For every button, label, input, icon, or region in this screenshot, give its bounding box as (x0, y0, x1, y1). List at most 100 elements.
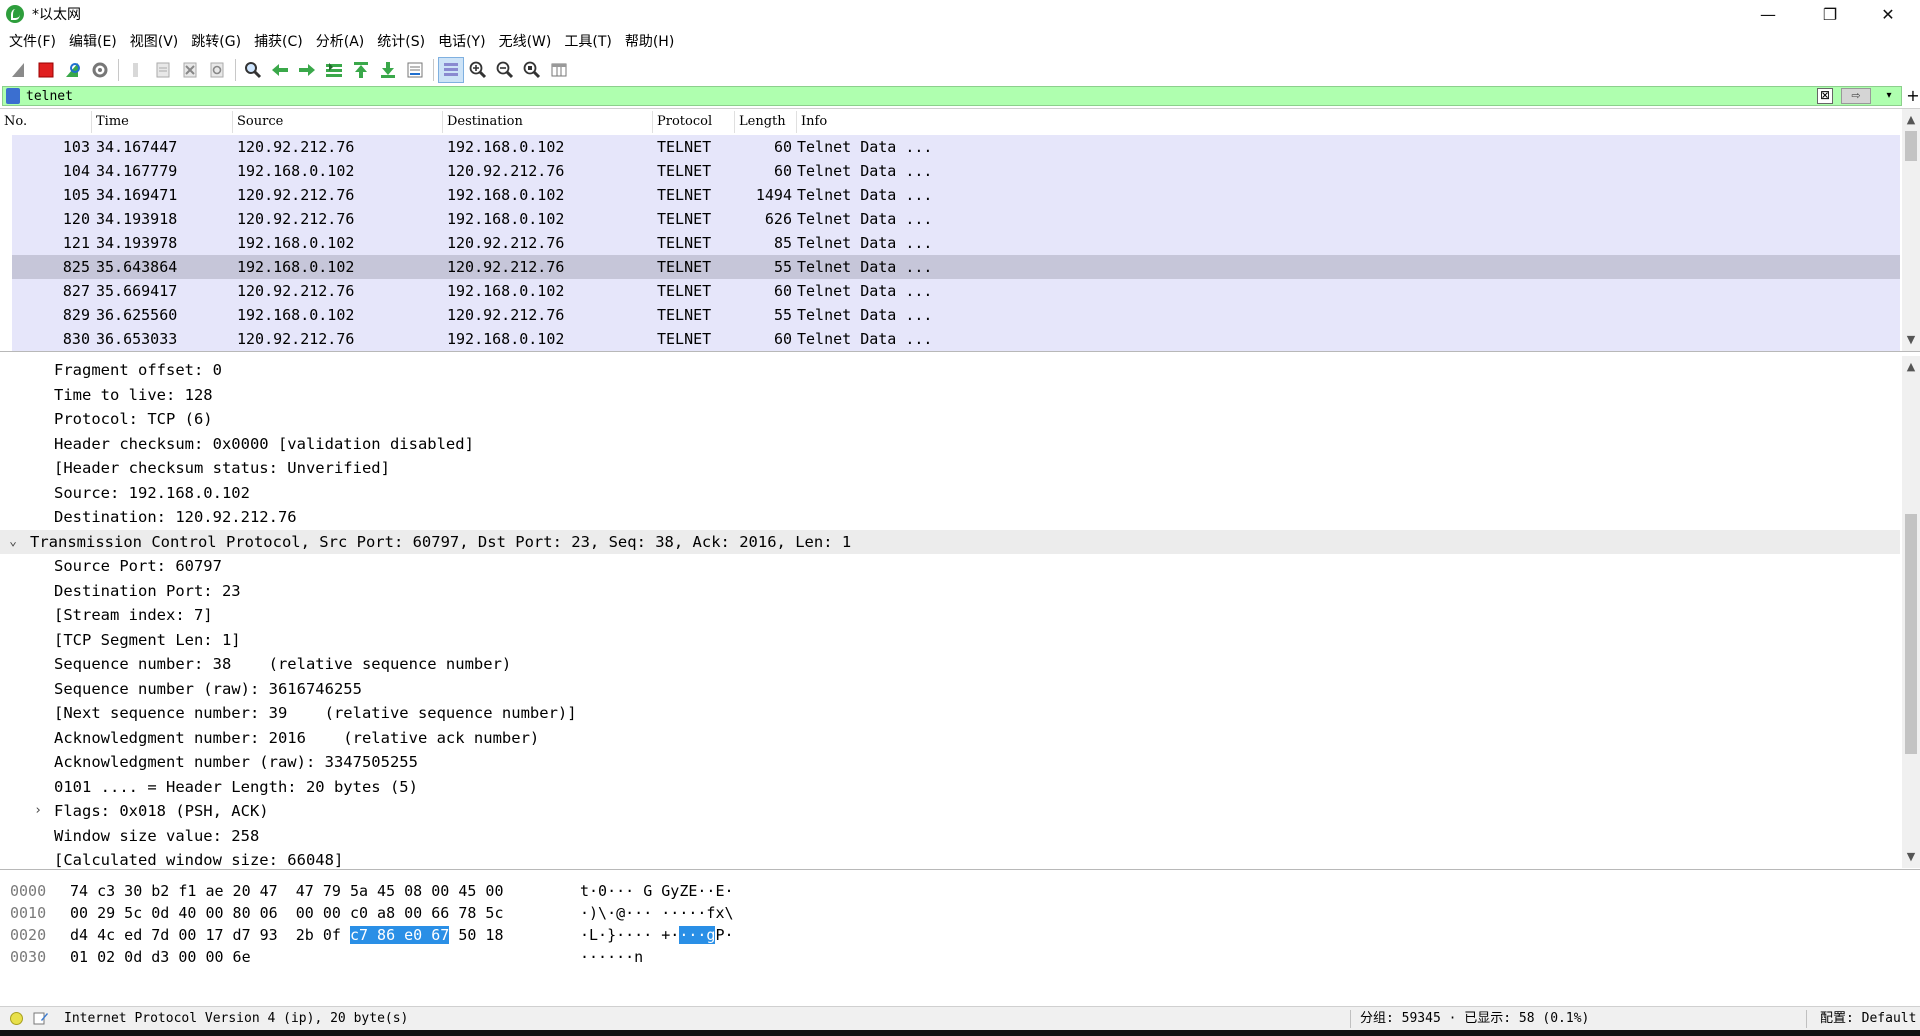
scroll-up-icon[interactable]: ▲ (1902, 358, 1920, 376)
scroll-thumb[interactable] (1905, 514, 1917, 754)
column-header-length[interactable]: Length (735, 111, 797, 133)
filter-history-dropdown-icon[interactable]: ▾ (1881, 88, 1897, 104)
menu-tools[interactable]: 工具(T) (559, 30, 619, 54)
go-back-icon[interactable] (267, 57, 293, 83)
detail-tree-item[interactable]: Destination Port: 23 (0, 579, 1900, 603)
collapse-chevron-icon[interactable]: ⌄ (6, 530, 20, 554)
detail-tree-item[interactable]: Fragment offset: 0 (0, 358, 1900, 382)
scroll-down-icon[interactable]: ▼ (1902, 848, 1920, 866)
packet-row[interactable]: 103 34.167447 120.92.212.76 192.168.0.102 TE… (0, 135, 1900, 159)
capture-options-icon[interactable] (87, 57, 113, 83)
packet-row[interactable]: 120 34.193918 120.92.212.76 192.168.0.102 TE… (0, 207, 1900, 231)
column-header-source[interactable]: Source (233, 111, 443, 133)
menu-view[interactable]: 视图(V) (125, 30, 187, 54)
hex-bytes[interactable]: 74 c3 30 b2 f1 ae 20 47 47 79 5a 45 08 0… (70, 880, 503, 902)
packet-row[interactable]: 105 34.169471 120.92.212.76 192.168.0.102 TE… (0, 183, 1900, 207)
column-header-info[interactable]: Info (797, 111, 1897, 133)
display-filter-input[interactable] (26, 87, 1826, 105)
go-forward-icon[interactable] (294, 57, 320, 83)
menu-file[interactable]: 文件(F) (4, 30, 64, 54)
zoom-in-icon[interactable] (465, 57, 491, 83)
expand-chevron-icon[interactable]: › (31, 799, 45, 823)
hex-bytes[interactable]: 01 02 0d d3 00 00 6e (70, 946, 251, 968)
reload-file-icon[interactable] (204, 57, 230, 83)
hex-ascii[interactable]: ······n (580, 946, 643, 968)
detail-tree-item[interactable]: Destination: 120.92.212.76 (0, 505, 1900, 529)
auto-scroll-icon[interactable] (402, 57, 428, 83)
detail-tree-item[interactable]: [TCP Segment Len: 1] (0, 628, 1900, 652)
detail-tree-item[interactable]: Acknowledgment number (raw): 3347505255 (0, 750, 1900, 774)
column-header-destination[interactable]: Destination (443, 111, 653, 133)
restart-capture-icon[interactable] (60, 57, 86, 83)
packet-row[interactable]: 827 35.669417 120.92.212.76 192.168.0.102 TE… (0, 279, 1900, 303)
menu-edit[interactable]: 编辑(E) (64, 30, 125, 54)
scroll-down-icon[interactable]: ▼ (1902, 331, 1920, 349)
detail-tree-item[interactable]: [Calculated window size: 66048] (0, 848, 1900, 869)
restore-button[interactable]: ❐ (1802, 0, 1858, 28)
detail-tree-item[interactable]: ⌄ Transmission Control Protocol, Src Port… (0, 529, 1900, 554)
menu-help[interactable]: 帮助(H) (620, 30, 682, 54)
detail-tree-item[interactable]: Acknowledgment number: 2016 (relative ac… (0, 726, 1900, 750)
hex-ascii[interactable]: ·L·}···· +····gP· (580, 924, 734, 946)
zoom-out-icon[interactable] (492, 57, 518, 83)
expert-info-led-icon[interactable] (10, 1012, 23, 1025)
first-packet-icon[interactable] (348, 57, 374, 83)
packet-row[interactable]: 121 34.193978 192.168.0.102 120.92.212.76 TE… (0, 231, 1900, 255)
stop-capture-icon[interactable] (33, 57, 59, 83)
menu-telephony[interactable]: 电话(Y) (433, 30, 493, 54)
packet-list-scrollbar[interactable]: ▲ ▼ (1902, 109, 1920, 351)
hex-ascii[interactable]: ·)\·@··· ·····fx\ (580, 902, 734, 924)
detail-tree-item[interactable]: Header checksum: 0x0000 [validation disa… (0, 432, 1900, 456)
detail-tree-item[interactable]: [Header checksum status: Unverified] (0, 456, 1900, 480)
packet-row[interactable]: 825 35.643864 192.168.0.102 120.92.212.76 TE… (0, 255, 1900, 279)
menu-go[interactable]: 跳转(G) (186, 30, 249, 54)
normal-size-icon[interactable] (519, 57, 545, 83)
detail-tree-item[interactable]: Source: 192.168.0.102 (0, 481, 1900, 505)
detail-tree-item[interactable]: 0101 .... = Header Length: 20 bytes (5) (0, 775, 1900, 799)
open-file-icon[interactable] (123, 57, 149, 83)
detail-tree-item[interactable]: [Stream index: 7] (0, 603, 1900, 627)
detail-tree-item[interactable]: Sequence number (raw): 3616746255 (0, 677, 1900, 701)
capture-comment-icon[interactable] (33, 1011, 49, 1025)
column-header-protocol[interactable]: Protocol (653, 111, 735, 133)
packet-row[interactable]: 104 34.167779 192.168.0.102 120.92.212.76 TE… (0, 159, 1900, 183)
save-file-icon[interactable] (150, 57, 176, 83)
packet-row[interactable]: 829 36.625560 192.168.0.102 120.92.212.76 TE… (0, 303, 1900, 327)
apply-filter-icon[interactable]: ⇨ (1841, 88, 1871, 104)
detail-tree-item[interactable]: [Next sequence number: 39 (relative sequ… (0, 701, 1900, 725)
close-button[interactable]: ✕ (1860, 0, 1916, 28)
packet-row[interactable]: 830 36.653033 120.92.212.76 192.168.0.102 TE… (0, 327, 1900, 351)
scroll-up-icon[interactable]: ▲ (1902, 111, 1920, 129)
hex-ascii[interactable]: t·0··· G GyZE··E· (580, 880, 734, 902)
status-profile[interactable]: 配置: Default (1820, 1007, 1916, 1031)
minimize-button[interactable]: — (1740, 0, 1796, 28)
colorize-icon[interactable] (438, 57, 464, 83)
detail-tree-item[interactable]: Window size value: 258 (0, 824, 1900, 848)
detail-tree-item[interactable]: Protocol: TCP (6) (0, 407, 1900, 431)
menu-analyze[interactable]: 分析(A) (311, 30, 373, 54)
detail-tree-item[interactable]: › Flags: 0x018 (PSH, ACK) (0, 799, 1900, 823)
shark-fin-start-icon[interactable] (6, 57, 32, 83)
menu-statistics[interactable]: 统计(S) (372, 30, 433, 54)
details-scrollbar[interactable]: ▲ ▼ (1902, 356, 1920, 868)
scroll-thumb[interactable] (1905, 131, 1917, 161)
detail-tree-item[interactable]: Time to live: 128 (0, 383, 1900, 407)
add-filter-button-icon[interactable]: + (1906, 86, 1920, 106)
cell-length: 60 (773, 162, 792, 180)
menu-capture[interactable]: 捕获(C) (249, 30, 311, 54)
hex-bytes[interactable]: d4 4c ed 7d 00 17 d7 93 2b 0f c7 86 e0 6… (70, 924, 504, 946)
column-header-time[interactable]: Time (92, 111, 233, 133)
resize-columns-icon[interactable] (546, 57, 572, 83)
clear-filter-icon[interactable]: ⊠ (1817, 88, 1833, 104)
filter-bookmark-icon[interactable] (6, 88, 20, 104)
find-packet-icon[interactable] (240, 57, 266, 83)
close-file-icon[interactable] (177, 57, 203, 83)
detail-tree-item[interactable]: Sequence number: 38 (relative sequence n… (0, 652, 1900, 676)
last-packet-icon[interactable] (375, 57, 401, 83)
detail-tree-item[interactable]: Source Port: 60797 (0, 554, 1900, 578)
menu-wireless[interactable]: 无线(W) (494, 30, 560, 54)
detail-field-text: Source: 192.168.0.102 (54, 483, 250, 502)
column-header-no[interactable]: No. (0, 111, 92, 133)
go-to-packet-icon[interactable] (321, 57, 347, 83)
hex-bytes[interactable]: 00 29 5c 0d 40 00 80 06 00 00 c0 a8 00 6… (70, 902, 503, 924)
